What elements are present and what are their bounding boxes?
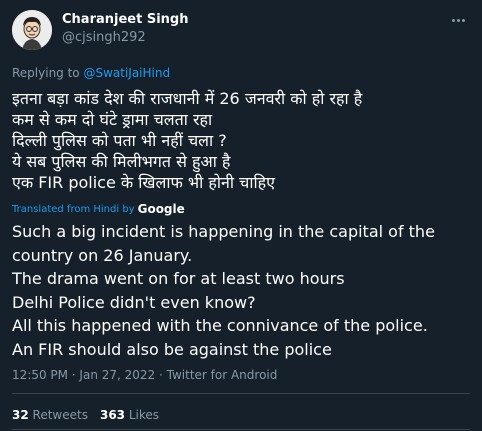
tweet-timestamp[interactable]: 12:50 PM · Jan 27, 2022 · Twitter for An… (12, 368, 277, 382)
english-line: country on 26 January. (12, 245, 193, 265)
retweets-label: Retweets (32, 408, 88, 422)
avatar[interactable] (12, 10, 52, 50)
translation-attribution[interactable]: Translated from Hindi by Google (12, 202, 185, 216)
tweet-text-translation: Such a big incident is happening in the … (12, 220, 472, 361)
avatar-cartoon-icon (12, 10, 52, 50)
english-line: An FIR should also be against the police (12, 339, 332, 359)
more-options-button[interactable] (448, 12, 468, 28)
reply-context: Replying to @SwatiJaiHind (12, 66, 170, 80)
retweets-stat[interactable]: 32 Retweets (12, 408, 88, 422)
english-line: The drama went on for at least two hours (12, 269, 345, 288)
hindi-line: कम से कम दो घंटे ड्रामा चलता रहा (12, 110, 213, 129)
author-name[interactable]: Charanjeet Singh (62, 12, 188, 27)
divider (12, 429, 470, 430)
likes-count: 363 (99, 408, 126, 422)
retweets-count: 32 (12, 408, 29, 422)
english-line: All this happened with the connivance of… (12, 316, 428, 335)
tweet: Charanjeet Singh @cjsingh292 Replying to… (0, 0, 482, 431)
hindi-line: दिल्ली पुलिस को पता भी नहीं चला ? (12, 131, 227, 150)
likes-label: Likes (128, 408, 160, 422)
likes-stat[interactable]: 363 Likes (100, 408, 159, 422)
divider (12, 393, 470, 394)
hindi-line: एक FIR police के खिलाफ भी होनी चाहिए (12, 173, 275, 192)
hindi-line: ये सब पुलिस की मिलीभगत से हुआ है (12, 152, 231, 171)
more-icon (451, 18, 455, 22)
english-line: Delhi Police didn't even know? (12, 292, 256, 312)
engagement-stats: 32 Retweets 363 Likes (12, 408, 159, 422)
google-logo: Google (137, 202, 185, 216)
author-handle[interactable]: @cjsingh292 (62, 30, 146, 45)
translation-label: Translated from Hindi by (12, 203, 135, 215)
reply-prefix: Replying to (12, 66, 84, 80)
english-line: Such a big incident is happening in the … (12, 222, 435, 241)
reply-mention-link[interactable]: @SwatiJaiHind (83, 66, 170, 80)
tweet-text-hindi: इतना बड़ा कांड देश की राजधानी में 26 जनव… (12, 88, 474, 193)
hindi-line: इतना बड़ा कांड देश की राजधानी में 26 जनव… (12, 89, 363, 108)
